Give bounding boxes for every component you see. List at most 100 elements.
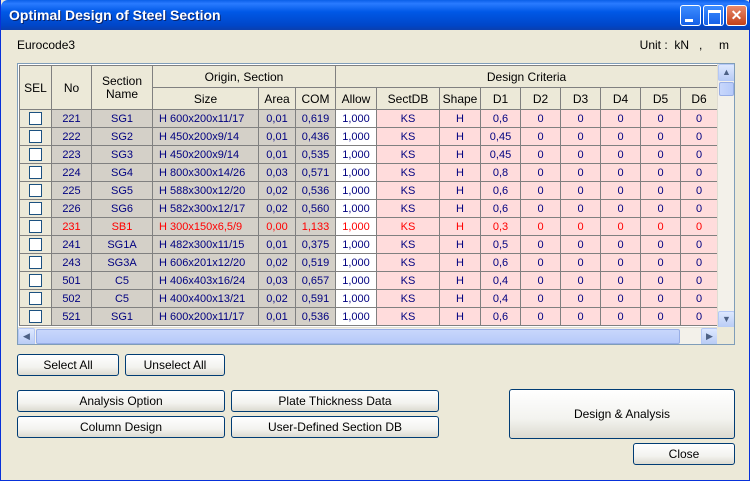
cell-d2[interactable]: 0 xyxy=(520,235,562,254)
scroll-left-button[interactable]: ◀ xyxy=(18,328,35,344)
cell-d5[interactable]: 0 xyxy=(640,307,682,326)
select-all-button[interactable]: Select All xyxy=(17,354,119,376)
cell-d6[interactable]: 0 xyxy=(680,217,717,236)
plate-thickness-data-button[interactable]: Plate Thickness Data xyxy=(231,390,439,412)
cell-d1[interactable]: 0,6 xyxy=(480,307,522,326)
cell-d3[interactable]: 0 xyxy=(560,235,602,254)
cell-d1[interactable]: 0,4 xyxy=(480,289,522,308)
vertical-scroll-thumb[interactable] xyxy=(719,82,734,96)
table-row[interactable]: 241 SG1A H 482x300x11/15 0,01 0,375 1,000 KS H 0… xyxy=(19,235,717,254)
cell-shape[interactable]: H xyxy=(439,181,482,200)
cell-sectdb[interactable]: KS xyxy=(376,271,441,290)
user-defined-section-db-button[interactable]: User-Defined Section DB xyxy=(231,416,439,438)
cell-d1[interactable]: 0,45 xyxy=(480,145,522,164)
cell-d3[interactable]: 0 xyxy=(560,199,602,218)
cell-sectdb[interactable]: KS xyxy=(376,307,441,326)
cell-shape[interactable]: H xyxy=(439,217,482,236)
cell-sectdb[interactable]: KS xyxy=(376,289,441,308)
table-row[interactable]: 226 SG6 H 582x300x12/17 0,02 0,560 1,000 KS H 0,… xyxy=(19,199,717,218)
cell-shape[interactable]: H xyxy=(439,235,482,254)
cell-d2[interactable]: 0 xyxy=(520,163,562,182)
cell-d2[interactable]: 0 xyxy=(520,307,562,326)
cell-sectdb[interactable]: KS xyxy=(376,217,441,236)
cell-shape[interactable]: H xyxy=(439,145,482,164)
cell-d6[interactable]: 0 xyxy=(680,253,717,272)
table-row[interactable]: 243 SG3A H 606x201x12/20 0,02 0,519 1,000 KS H 0… xyxy=(19,253,717,272)
cell-d5[interactable]: 0 xyxy=(640,163,682,182)
table-row[interactable]: 223 SG3 H 450x200x9/14 0,01 0,535 1,000 KS H 0,4… xyxy=(19,145,717,164)
title-bar[interactable]: Optimal Design of Steel Section ✕ xyxy=(1,0,750,30)
cell-d2[interactable]: 0 xyxy=(520,289,562,308)
cell-shape[interactable]: H xyxy=(439,199,482,218)
select-checkbox[interactable] xyxy=(29,220,42,233)
cell-d6[interactable]: 0 xyxy=(680,271,717,290)
scroll-right-button[interactable]: ▶ xyxy=(701,328,718,344)
cell-d6[interactable]: 0 xyxy=(680,127,717,146)
cell-d6[interactable]: 0 xyxy=(680,199,717,218)
select-checkbox[interactable] xyxy=(29,274,42,287)
cell-shape[interactable]: H xyxy=(439,253,482,272)
cell-d5[interactable]: 0 xyxy=(640,199,682,218)
cell-d6[interactable]: 0 xyxy=(680,163,717,182)
select-checkbox[interactable] xyxy=(29,310,42,323)
cell-d2[interactable]: 0 xyxy=(520,181,562,200)
cell-allow[interactable]: 1,000 xyxy=(335,235,378,254)
cell-d4[interactable]: 0 xyxy=(600,253,642,272)
cell-d1[interactable]: 0,6 xyxy=(480,109,522,128)
cell-d4[interactable]: 0 xyxy=(600,127,642,146)
cell-allow[interactable]: 1,000 xyxy=(335,109,378,128)
cell-d6[interactable]: 0 xyxy=(680,307,717,326)
maximize-button[interactable] xyxy=(703,5,724,26)
cell-d2[interactable]: 0 xyxy=(520,271,562,290)
cell-shape[interactable]: H xyxy=(439,163,482,182)
close-button[interactable]: Close xyxy=(633,443,735,465)
cell-allow[interactable]: 1,000 xyxy=(335,253,378,272)
cell-d4[interactable]: 0 xyxy=(600,307,642,326)
table-row[interactable]: 231 SB1 H 300x150x6,5/9 0,00 1,133 1,000 KS H 0,… xyxy=(19,217,717,236)
cell-shape[interactable]: H xyxy=(439,307,482,326)
cell-d1[interactable]: 0,8 xyxy=(480,163,522,182)
cell-allow[interactable]: 1,000 xyxy=(335,289,378,308)
cell-d1[interactable]: 0,5 xyxy=(480,235,522,254)
cell-shape[interactable]: H xyxy=(439,127,482,146)
cell-d5[interactable]: 0 xyxy=(640,271,682,290)
cell-d5[interactable]: 0 xyxy=(640,109,682,128)
table-row[interactable]: 221 SG1 H 600x200x11/17 0,01 0,619 1,000 KS H 0,… xyxy=(19,109,717,128)
cell-d5[interactable]: 0 xyxy=(640,181,682,200)
cell-d1[interactable]: 0,6 xyxy=(480,199,522,218)
column-design-button[interactable]: Column Design xyxy=(17,416,225,438)
cell-allow[interactable]: 1,000 xyxy=(335,199,378,218)
minimize-button[interactable] xyxy=(680,5,701,26)
cell-allow[interactable]: 1,000 xyxy=(335,145,378,164)
design-analysis-button[interactable]: Design & Analysis xyxy=(509,389,735,439)
cell-d4[interactable]: 0 xyxy=(600,109,642,128)
cell-d1[interactable]: 0,3 xyxy=(480,217,522,236)
close-window-button[interactable]: ✕ xyxy=(726,5,747,26)
cell-allow[interactable]: 1,000 xyxy=(335,217,378,236)
analysis-option-button[interactable]: Analysis Option xyxy=(17,390,225,412)
select-checkbox[interactable] xyxy=(29,238,42,251)
select-checkbox[interactable] xyxy=(29,130,42,143)
select-checkbox[interactable] xyxy=(29,292,42,305)
cell-d2[interactable]: 0 xyxy=(520,217,562,236)
cell-d4[interactable]: 0 xyxy=(600,289,642,308)
cell-d6[interactable]: 0 xyxy=(680,109,717,128)
unselect-all-button[interactable]: Unselect All xyxy=(125,354,225,376)
cell-d1[interactable]: 0,6 xyxy=(480,181,522,200)
cell-d3[interactable]: 0 xyxy=(560,145,602,164)
cell-d6[interactable]: 0 xyxy=(680,181,717,200)
cell-d4[interactable]: 0 xyxy=(600,145,642,164)
cell-sectdb[interactable]: KS xyxy=(376,145,441,164)
cell-d3[interactable]: 0 xyxy=(560,307,602,326)
cell-sectdb[interactable]: KS xyxy=(376,127,441,146)
cell-sectdb[interactable]: KS xyxy=(376,109,441,128)
cell-d1[interactable]: 0,4 xyxy=(480,271,522,290)
scroll-up-button[interactable]: ▲ xyxy=(718,64,734,81)
cell-d6[interactable]: 0 xyxy=(680,145,717,164)
cell-d4[interactable]: 0 xyxy=(600,163,642,182)
cell-d2[interactable]: 0 xyxy=(520,199,562,218)
cell-allow[interactable]: 1,000 xyxy=(335,163,378,182)
horizontal-scrollbar[interactable]: ◀ ▶ xyxy=(18,327,718,344)
cell-d3[interactable]: 0 xyxy=(560,253,602,272)
cell-d2[interactable]: 0 xyxy=(520,109,562,128)
